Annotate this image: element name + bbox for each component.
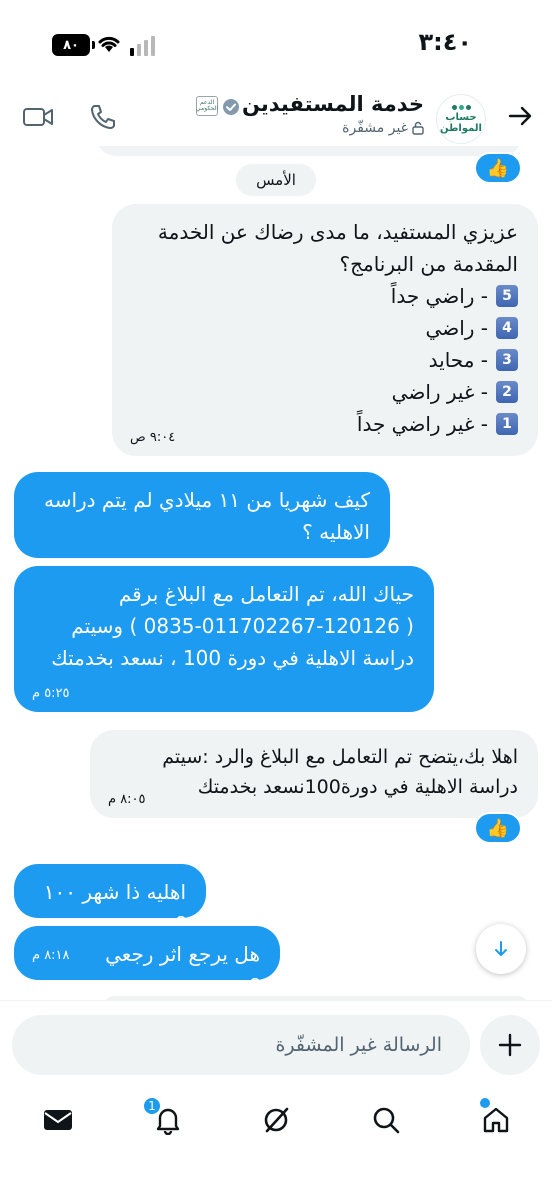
survey-option-label: - راضي [425, 316, 488, 340]
status-time: ٣:٤٠ [418, 28, 472, 56]
survey-option: 2 - غير راضي [132, 376, 518, 408]
keycap-5-icon: 5 [496, 285, 518, 307]
thumbs-up-reaction[interactable]: 👍 [474, 812, 522, 844]
message-bubble-outgoing[interactable]: اهليه ذا شهر ١٠٠ ؟ [14, 864, 206, 936]
survey-option: 1 - غير راضي جداً [132, 408, 518, 440]
survey-option: 5 - راضي جداً [132, 280, 518, 312]
message-bubble-outgoing[interactable]: كيف شهريا من ١١ ميلادي لم يتم دراسه الاه… [14, 472, 390, 558]
nav-home[interactable] [476, 1098, 516, 1140]
video-call-icon[interactable] [22, 102, 54, 132]
message-text: كيف شهريا من ١١ ميلادي لم يتم دراسه [43, 488, 370, 512]
keycap-4-icon: 4 [496, 317, 518, 339]
survey-option-label: - محايد [428, 348, 488, 372]
grok-icon [264, 1107, 289, 1133]
message-bubble-incoming[interactable]: اهلا بك،يتضح تم التعامل مع البلاغ والرد … [90, 730, 538, 818]
message-bubble-outgoing[interactable]: هل يرجع اثر رجعي ؟ ٨:١٨ م [14, 926, 280, 998]
scroll-to-bottom-button[interactable] [476, 924, 526, 974]
thumbs-up-reaction[interactable]: 👍 [474, 152, 522, 184]
survey-option: 4 - راضي [132, 312, 518, 344]
verified-badge-icon [223, 99, 239, 115]
bottom-navigation: 1 [0, 1086, 552, 1156]
message-text: حياك الله، تم التعامل مع البلاغ برقم [118, 582, 414, 606]
message-timestamp: ٨:٠٥ م [108, 792, 146, 807]
conversation-header: حساب المواطن خدمة المستفيدين الدعم الحكو… [0, 88, 552, 146]
avatar-logo-text-1: حساب [445, 111, 477, 123]
notification-count-badge: 1 [142, 1096, 162, 1116]
avatar[interactable]: حساب المواطن [436, 94, 486, 144]
message-text: الاهليه ؟ [302, 520, 370, 544]
keycap-1-icon: 1 [496, 413, 518, 435]
logo-dots-icon [451, 104, 471, 110]
encryption-status-label: غير مشفّرة [342, 120, 408, 136]
status-bar: ٣:٤٠ ٨٠ [0, 0, 552, 88]
survey-option: 3 - محايد [132, 344, 518, 376]
nav-search[interactable] [366, 1100, 406, 1140]
nav-notifications[interactable]: 1 [142, 1096, 188, 1140]
message-timestamp: ٥:٢٥ م [32, 686, 70, 701]
message-text: المقدمة من البرنامج؟ [339, 252, 518, 276]
plus-icon [498, 1033, 522, 1057]
wifi-icon [98, 36, 120, 52]
message-bubble-outgoing[interactable]: حياك الله، تم التعامل مع البلاغ برقم ( 0… [14, 566, 434, 712]
survey-option-label: - غير راضي [391, 380, 488, 404]
keycap-2-icon: 2 [496, 381, 518, 403]
message-list[interactable]: 👍 الأمس عزيزي المستفيد، ما مدى رضاك عن ا… [0, 146, 552, 1000]
message-input[interactable] [12, 1015, 470, 1075]
unlock-icon [412, 121, 424, 135]
encryption-status: غير مشفّرة [342, 120, 424, 136]
battery-icon: ٨٠ [52, 34, 95, 56]
nav-grok[interactable] [256, 1100, 296, 1140]
survey-option-label: - غير راضي جداً [356, 412, 488, 436]
signal-icon [130, 36, 155, 56]
message-timestamp: ٨:١٨ م [32, 948, 70, 963]
avatar-logo-text-2: المواطن [439, 122, 482, 134]
phone-icon[interactable] [88, 102, 118, 132]
envelope-icon [44, 1110, 72, 1130]
survey-option-label: - راضي جداً [390, 284, 488, 308]
arrow-down-icon [495, 941, 507, 956]
search-icon [373, 1107, 400, 1134]
home-indicator [186, 1141, 366, 1146]
new-content-dot [480, 1098, 490, 1108]
keycap-3-icon: 3 [496, 349, 518, 371]
message-bubble-survey[interactable]: عزيزي المستفيد، ما مدى رضاك عن الخدمة ال… [112, 204, 538, 456]
message-text: اهلا بك،يتضح تم التعامل مع البلاغ والرد … [162, 746, 518, 768]
message-text: عزيزي المستفيد، ما مدى رضاك عن الخدمة [157, 220, 518, 244]
message-text: ( 0835-011702267-120126 ) وسيتم [71, 614, 414, 638]
date-separator: الأمس [236, 164, 316, 196]
message-timestamp: ٩:٠٤ ص [130, 430, 176, 445]
add-attachment-button[interactable] [480, 1015, 540, 1075]
previous-message-bubble [96, 146, 522, 156]
home-icon [483, 1107, 509, 1133]
back-arrow-icon[interactable] [504, 100, 536, 132]
nav-messages[interactable] [38, 1100, 78, 1140]
message-text: دراسة الاهلية في دورة 100 ، نسعد بخدمتك [51, 646, 414, 670]
message-composer [0, 1000, 552, 1086]
gov-affiliation-badge: الدعم الحكومي [196, 96, 218, 116]
channel-name[interactable]: خدمة المستفيدين [242, 92, 424, 116]
message-text: دراسة الاهلية في دورة100نسعد بخدمتك [197, 776, 518, 799]
